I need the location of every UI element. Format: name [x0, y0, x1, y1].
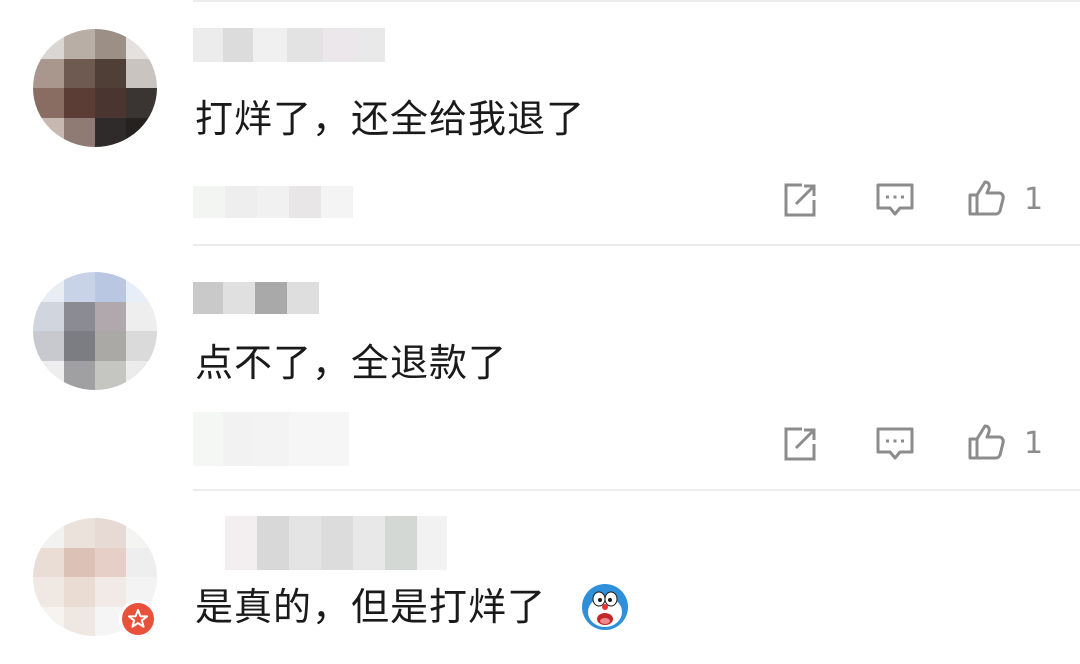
thumbs-up-icon[interactable]: [966, 178, 1006, 218]
like-count: 1: [1024, 426, 1044, 461]
divider: [193, 244, 1080, 246]
comment-text: 打烊了，还全给我退了: [195, 97, 586, 141]
avatar[interactable]: [33, 29, 157, 147]
comment-text: 是真的，但是打烊了: [195, 585, 547, 629]
like-count: 1: [1024, 182, 1044, 217]
divider: [193, 0, 1080, 2]
comment-text: 点不了，全退款了: [195, 341, 508, 385]
comment-icon[interactable]: [875, 424, 915, 464]
avatar[interactable]: [33, 272, 157, 390]
divider: [193, 489, 1080, 491]
verified-star-badge-icon: [119, 600, 157, 638]
doraemon-emoji-icon: [582, 584, 628, 630]
comment-icon[interactable]: [875, 180, 915, 220]
share-icon[interactable]: [780, 424, 820, 464]
comment-meta-blurred: [193, 186, 353, 218]
share-icon[interactable]: [780, 180, 820, 220]
username-blurred[interactable]: [193, 282, 319, 314]
comment-meta-blurred: [193, 412, 349, 466]
thumbs-up-icon[interactable]: [966, 422, 1006, 462]
username-blurred[interactable]: [225, 516, 447, 570]
username-blurred[interactable]: [193, 28, 385, 62]
